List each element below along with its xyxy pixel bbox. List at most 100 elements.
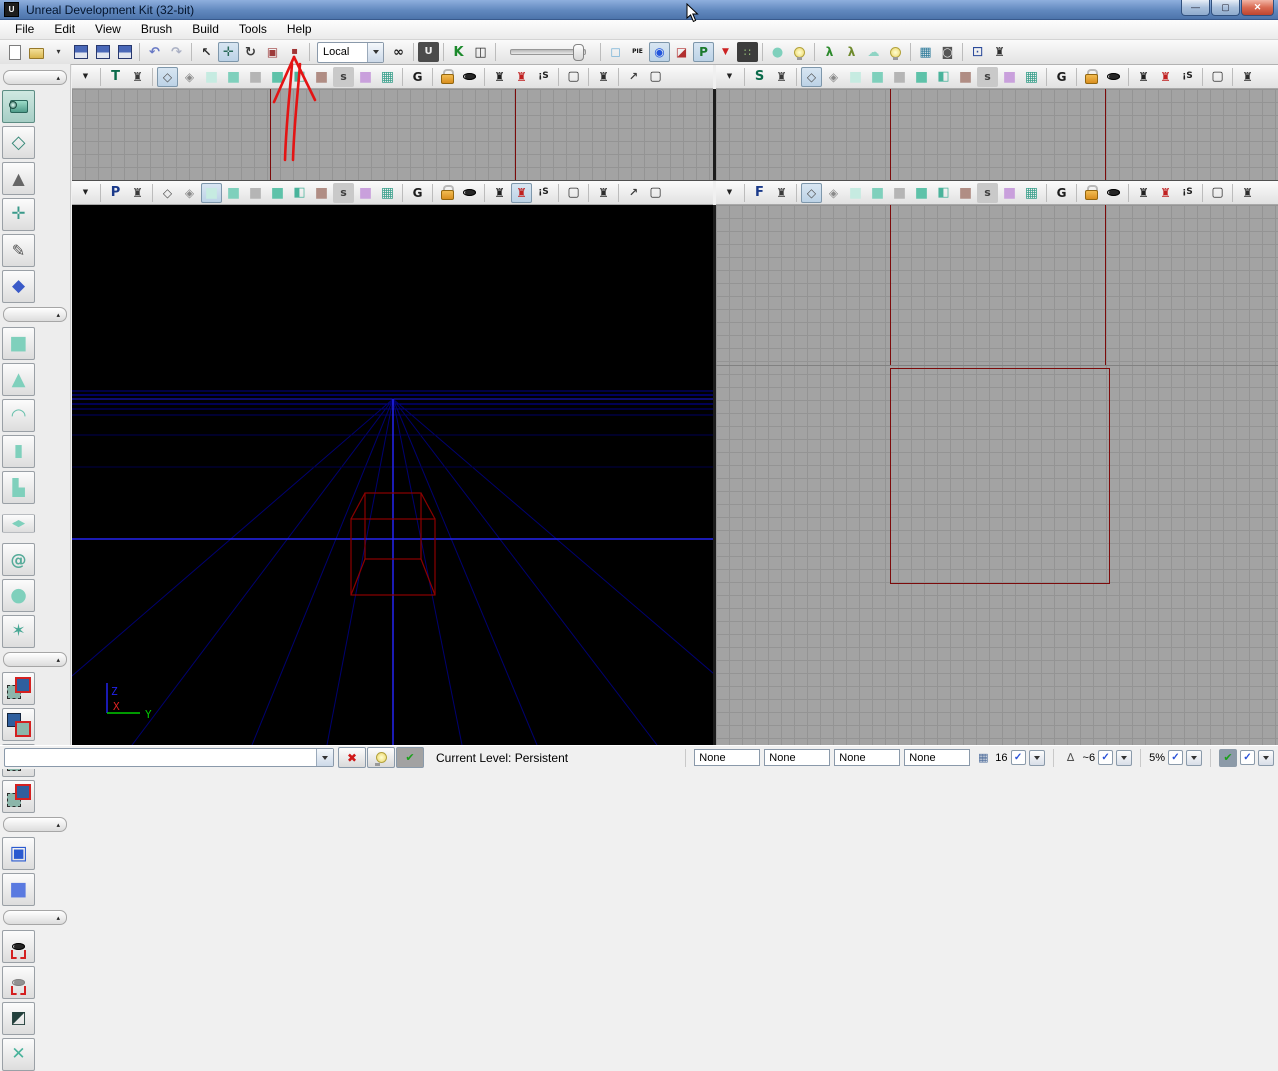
show-flags-button[interactable]	[459, 183, 480, 203]
play-from-here-button[interactable]: ♜	[1155, 67, 1176, 87]
cone-brush-button[interactable]: ▲	[2, 363, 35, 396]
floating-viewport-button[interactable]: ♜	[593, 183, 614, 203]
sphere-brush-button[interactable]: ●	[2, 579, 35, 612]
game-view-toggle[interactable]: G	[407, 183, 428, 203]
viewmode-wireframe-button[interactable]: ◇	[157, 183, 178, 203]
menu-item[interactable]: Build	[182, 20, 229, 39]
viewmode-lightmap-density-button[interactable]: ■	[999, 67, 1020, 87]
viewmode-detail-lighting-button[interactable]: ■	[245, 183, 266, 203]
viewport-type-button[interactable]: T	[105, 67, 126, 87]
viewmode-lightmap-density-button[interactable]: ■	[355, 183, 376, 203]
scale-tool-button[interactable]: ▣	[262, 42, 283, 62]
coordinate-system-combo[interactable]: Local	[317, 42, 384, 63]
browse-none-combo[interactable]: None	[694, 749, 760, 766]
save-all-levels-button[interactable]	[92, 42, 113, 62]
rotation-grid-dropdown[interactable]	[1116, 750, 1132, 766]
viewport-splitter-vertical[interactable]	[713, 89, 716, 180]
viewmode-light-complexity-button[interactable]: ◧	[933, 183, 954, 203]
viewmode-shader-complexity-button[interactable]: s	[333, 183, 354, 203]
socket-snapping-toggle[interactable]: ◪	[671, 42, 692, 62]
csg-add-button[interactable]	[2, 672, 35, 705]
game-view-toggle[interactable]: G	[407, 67, 428, 87]
terrain-mode-button[interactable]: ▲	[2, 162, 35, 195]
camera-speed-slider[interactable]	[510, 49, 586, 55]
viewport-type-button[interactable]: P	[105, 183, 126, 203]
save-current-level-button[interactable]	[70, 42, 91, 62]
viewmode-detail-lighting-button[interactable]: ■	[889, 183, 910, 203]
create-path-connection-button[interactable]: λ	[819, 42, 840, 62]
add-volume-button[interactable]: ■	[2, 873, 35, 906]
translate-tool-button[interactable]: ✛	[218, 42, 239, 62]
possess-player-button[interactable]: ♜	[489, 183, 510, 203]
floating-viewport-button[interactable]: ♜	[593, 67, 614, 87]
selection-highlight-toggle[interactable]: ◉	[649, 42, 670, 62]
viewport-options-dropdown[interactable]: ▼	[75, 183, 96, 203]
nonuniform-scale-tool-button[interactable]: ▪	[284, 42, 305, 62]
viewport-type-button[interactable]: S	[749, 67, 770, 87]
cylinder-brush-button[interactable]: ▮	[2, 435, 35, 468]
viewmode-wireframe-button[interactable]: ◇	[801, 183, 822, 203]
pie-visibility-toggle[interactable]: PIE	[627, 42, 648, 62]
viewmode-lightmap-density-button[interactable]: ■	[355, 67, 376, 87]
matinee-button[interactable]: ◫	[470, 42, 491, 62]
viewmode-brush-wireframe-button[interactable]: ◈	[823, 183, 844, 203]
perspective-viewport[interactable]: Z X Y	[72, 205, 713, 745]
lock-viewport-toggle[interactable]	[437, 67, 458, 87]
static-mesh-mode-button[interactable]: ◆	[2, 270, 35, 303]
csg-subtract-button[interactable]	[2, 708, 35, 741]
maximize-viewport-button[interactable]: ▢	[563, 67, 584, 87]
viewmode-brush-wireframe-button[interactable]: ◈	[823, 67, 844, 87]
detach-viewport-button[interactable]: ▢	[645, 67, 666, 87]
show-flags-button[interactable]	[1103, 67, 1124, 87]
play-from-here-button[interactable]: ♜	[511, 67, 532, 87]
camera-check-toggle-button[interactable]: ✔	[396, 747, 424, 768]
viewmode-reflections-button[interactable]: ▦	[377, 183, 398, 203]
texture-alignment-mode-button[interactable]: ✛	[2, 198, 35, 231]
viewmode-shader-complexity-button[interactable]: s	[977, 183, 998, 203]
combo-dropdown-icon[interactable]	[367, 43, 383, 62]
viewmode-reflections-button[interactable]: ▦	[1021, 183, 1042, 203]
drag-grid-dropdown[interactable]	[1029, 750, 1045, 766]
camera-mode-button[interactable]	[2, 90, 35, 123]
possess-player-button[interactable]: ♜	[1133, 67, 1154, 87]
front-viewport[interactable]	[716, 205, 1278, 745]
play-from-here-button[interactable]: ♜	[511, 183, 532, 203]
autosave-dropdown[interactable]	[1258, 750, 1274, 766]
viewmode-shader-complexity-button[interactable]: s	[977, 67, 998, 87]
viewmode-texture-density-button[interactable]: ■	[311, 67, 332, 87]
maximize-viewport-button[interactable]: ▢	[1207, 183, 1228, 203]
content-browser-button[interactable]: U	[418, 42, 439, 62]
viewmode-lit-button[interactable]: ■	[867, 67, 888, 87]
toolbox-collapse-bar[interactable]: ▴	[3, 817, 67, 832]
joystick-input-toggle[interactable]: ♜	[127, 67, 148, 87]
joystick-input-toggle[interactable]: ♜	[127, 183, 148, 203]
viewmode-light-complexity-button[interactable]: ◧	[933, 67, 954, 87]
scale-grid-checkbox[interactable]: ✓	[1168, 750, 1183, 765]
toolbox-collapse-bar[interactable]: ▴	[3, 652, 67, 667]
actor-search-combo[interactable]	[4, 748, 334, 767]
viewmode-unlit-button[interactable]: ■	[201, 183, 222, 203]
floating-viewport-button[interactable]: ♜	[1237, 183, 1258, 203]
sphere-collision-toggle[interactable]: ●	[767, 42, 788, 62]
viewmode-lighting-only-button[interactable]: ■	[911, 183, 932, 203]
csg-deintersect-button[interactable]	[2, 780, 35, 813]
spiral-staircase-brush-button[interactable]: @	[2, 543, 35, 576]
menu-item[interactable]: Help	[277, 20, 322, 39]
maximize-viewport-button[interactable]: ▢	[1207, 67, 1228, 87]
possess-player-button[interactable]: ♜	[489, 67, 510, 87]
bulb-toggle-button[interactable]	[367, 747, 395, 768]
break-path-connection-button[interactable]: λ	[841, 42, 862, 62]
side-viewport[interactable]	[716, 89, 1278, 180]
slider-thumb[interactable]	[573, 44, 584, 61]
content-browser-mosaic-button[interactable]: ∷	[737, 42, 758, 62]
viewmode-brush-wireframe-button[interactable]: ◈	[179, 67, 200, 87]
viewmode-wireframe-button[interactable]: ◇	[801, 67, 822, 87]
viewmode-lighting-only-button[interactable]: ■	[911, 67, 932, 87]
game-view-toggle[interactable]: G	[1051, 183, 1072, 203]
toolbox-collapse-bar[interactable]: ▴	[3, 910, 67, 925]
sheet-brush-button[interactable]: ◆	[2, 514, 35, 532]
floating-viewport-button[interactable]: ♜	[1237, 67, 1258, 87]
menu-item[interactable]: Brush	[131, 20, 182, 39]
viewmode-light-complexity-button[interactable]: ◧	[289, 67, 310, 87]
viewmode-lit-button[interactable]: ■	[223, 183, 244, 203]
